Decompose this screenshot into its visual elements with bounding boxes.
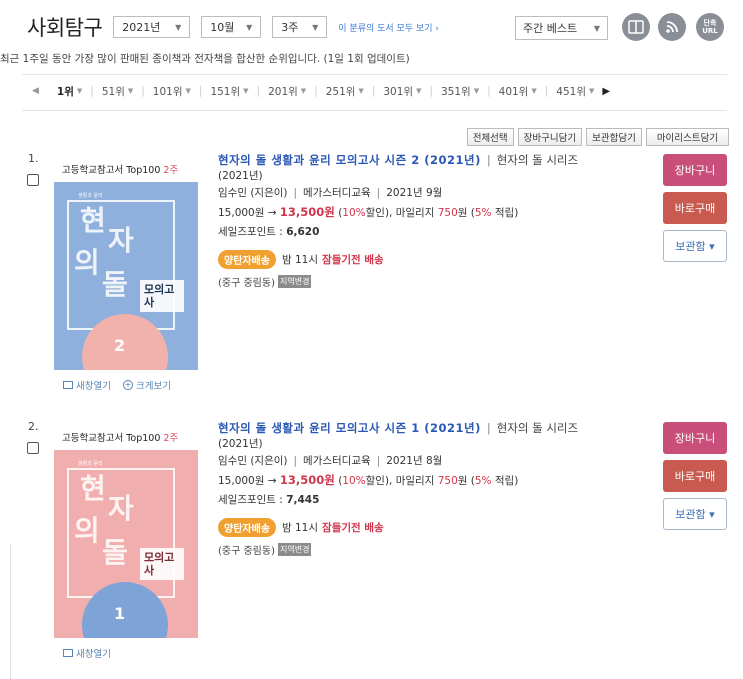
region-line: (중구 중림동) 지역변경 [218, 275, 312, 289]
item-buttons: 장바구니 바로구매 보관함 ▾ [663, 154, 727, 268]
storage-box-button[interactable]: 보관함 ▾ [663, 498, 727, 530]
pager-next-icon[interactable]: ▶ [602, 86, 610, 97]
book-cover[interactable]: 생활과 윤리 현 자 의 돌 모의고사 2 [54, 182, 198, 370]
rss-icon[interactable] [658, 13, 686, 41]
pager-item[interactable]: 101위 ▼ [153, 84, 191, 99]
caret-down-icon: ▼ [127, 87, 134, 95]
short-url-icon[interactable]: 단축 URL [696, 13, 724, 41]
caret-down-icon: ▼ [531, 87, 537, 95]
book-title-link[interactable]: 현자의 돌 생활과 윤리 모의고사 시즌 2 (2021년) [218, 153, 481, 167]
pager-item[interactable]: 351위 ▼ [441, 84, 479, 99]
add-to-cart-button[interactable]: 장바구니 [663, 154, 727, 186]
left-divider [10, 545, 11, 679]
delivery-info: 양탄자배송 밤 11시 잠들기전 배송 [218, 250, 648, 269]
price-line: 15,000원 → 13,500원 (10%할인), 마일리지 750원 (5%… [218, 205, 519, 219]
sales-point: 세일즈포인트 : 6,620 [218, 226, 320, 238]
book-cover[interactable]: 생활과 윤리 현 자 의 돌 모의고사 1 [54, 450, 198, 638]
delivery-info: 양탄자배송 밤 11시 잠들기전 배송 [218, 518, 648, 537]
caret-down-icon: ▼ [76, 87, 83, 95]
pager-item[interactable]: 251위 ▼ [326, 84, 364, 99]
year-select[interactable]: 2021년 ▼ [113, 16, 191, 38]
price-line: 15,000원 → 13,500원 (10%할인), 마일리지 750원 (5%… [218, 473, 519, 487]
item-buttons: 장바구니 바로구매 보관함 ▾ [663, 422, 727, 536]
caret-down-icon: ▼ [588, 87, 595, 95]
divider [22, 110, 727, 111]
item-info: 현자의 돌 생활과 윤리 모의고사 시즌 1 (2021년) | 현자의 돌 시리즈… [218, 420, 648, 557]
best-type-select[interactable]: 주간 베스트 ▼ [515, 16, 608, 40]
ranking-ribbon: 고등학교참고서 Top100 2주 [62, 433, 179, 444]
delivery-badge: 양탄자배송 [218, 250, 276, 269]
week-select[interactable]: 3주 ▼ [272, 16, 328, 38]
pager-item[interactable]: 451위 ▼ [556, 84, 594, 99]
caret-down-icon: ▼ [246, 22, 253, 32]
caret-down-icon: ▼ [300, 87, 307, 95]
cover-links: 새창열기 [63, 646, 111, 660]
change-region-button[interactable]: 지역변경 [277, 543, 312, 556]
pager-item[interactable]: 51위 ▼ [102, 84, 133, 99]
pager-item[interactable]: 401위 ▼ [499, 84, 537, 99]
select-all-button[interactable]: 전체선택 [466, 128, 514, 146]
sales-point: 세일즈포인트 : 7,445 [218, 494, 320, 506]
author-line: 임수민 (지은이) | 메가스터디교육 | 2021년 9월 [218, 187, 443, 199]
author-link[interactable]: 임수민 (지은이) [218, 187, 288, 199]
book-title-link[interactable]: 현자의 돌 생활과 윤리 모의고사 시즌 1 (2021년) [218, 421, 481, 435]
rank-number: 1. [28, 152, 39, 165]
caret-down-icon: ▼ [358, 87, 364, 95]
plus-icon: + [122, 380, 133, 390]
rank-pager: ◀ 1위 ▼ | 51위 ▼ | 101위 ▼ | 151위 ▼ | 201위 ▼ | 251위 ▼ |… [32, 84, 611, 99]
year-line: (2021년) [218, 438, 263, 450]
category-header: 사회탐구 2021년 ▼ 10월 ▼ 3주 ▼ 이 분류의 도서 모두 보기 › [27, 14, 439, 40]
buy-now-button[interactable]: 바로구매 [663, 460, 727, 492]
rank-number: 2. [28, 420, 39, 433]
item-checkbox[interactable] [27, 174, 39, 186]
author-line: 임수민 (지은이) | 메가스터디교육 | 2021년 8월 [218, 455, 443, 467]
window-icon [63, 649, 73, 657]
divider [22, 74, 727, 75]
change-region-button[interactable]: 지역변경 [277, 275, 312, 288]
publisher-link[interactable]: 메가스터디교육 [303, 187, 371, 199]
item-checkbox[interactable] [27, 442, 39, 454]
publisher-link[interactable]: 메가스터디교육 [303, 455, 371, 467]
delivery-badge: 양탄자배송 [218, 518, 276, 537]
page-title: 사회탐구 [27, 16, 103, 40]
ranking-description: 최근 1주일 동안 가장 많이 판매된 종이책과 전자책을 합산한 순위입니다.… [0, 53, 410, 65]
caret-down-icon: ▼ [416, 87, 422, 95]
caret-down-icon: ▼ [593, 23, 600, 33]
year-line: (2021년) [218, 170, 263, 182]
book-icon[interactable] [622, 13, 650, 41]
add-to-mylist-button[interactable]: 마이리스트담기 [645, 128, 729, 146]
caret-down-icon: ▼ [473, 87, 480, 95]
zoom-link[interactable]: + 크게보기 [122, 378, 171, 392]
view-all-link[interactable]: 이 분류의 도서 모두 보기 › [338, 21, 439, 34]
pager-item[interactable]: 201위 ▼ [268, 84, 306, 99]
new-window-link[interactable]: 새창열기 [63, 646, 111, 660]
series-link[interactable]: 현자의 돌 시리즈 [497, 421, 578, 435]
author-link[interactable]: 임수민 (지은이) [218, 455, 288, 467]
month-select[interactable]: 10월 ▼ [201, 16, 262, 38]
buy-now-button[interactable]: 바로구매 [663, 192, 727, 224]
caret-down-icon: ▼ [243, 87, 249, 95]
series-link[interactable]: 현자의 돌 시리즈 [497, 153, 578, 167]
bulk-actions: 전체선택 장바구니담기 보관함담기 마이리스트담기 [466, 128, 729, 146]
pager-item[interactable]: 1위 ▼ [57, 84, 82, 99]
caret-down-icon: ▼ [185, 87, 191, 95]
new-window-link[interactable]: 새창열기 [63, 378, 111, 392]
add-to-cart-all-button[interactable]: 장바구니담기 [517, 128, 583, 146]
pager-item[interactable]: 151위 ▼ [210, 84, 248, 99]
pager-item[interactable]: 301위 ▼ [383, 84, 421, 99]
add-to-storage-all-button[interactable]: 보관함담기 [586, 128, 642, 146]
region-line: (중구 중림동) 지역변경 [218, 543, 312, 557]
cover-links: 새창열기 + 크게보기 [63, 378, 171, 392]
caret-down-icon: ▼ [175, 22, 182, 32]
pager-prev-icon[interactable]: ◀ [32, 86, 39, 96]
add-to-cart-button[interactable]: 장바구니 [663, 422, 727, 454]
window-icon [63, 381, 73, 389]
item-info: 현자의 돌 생활과 윤리 모의고사 시즌 2 (2021년) | 현자의 돌 시리즈… [218, 152, 648, 289]
caret-down-icon: ▼ [312, 22, 319, 32]
ranking-ribbon: 고등학교참고서 Top100 2주 [62, 165, 179, 176]
storage-box-button[interactable]: 보관함 ▾ [663, 230, 727, 262]
